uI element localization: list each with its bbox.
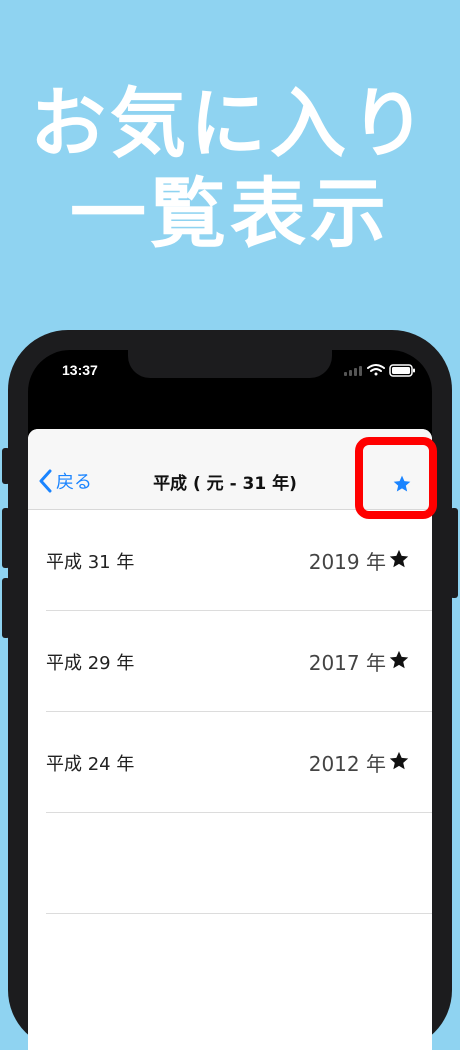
promo-headline-line1: お気に入り [30,79,430,168]
modal-sheet: 戻る 平成 ( 元 - 31 年) 平成 31 年 2019 年 平成 29 年 [28,429,432,1050]
list-item-label: 平成 29 年 [46,653,135,674]
list-item-year: 2017 年 [308,651,386,675]
star-filled-icon[interactable] [388,649,410,671]
star-filled-icon[interactable] [388,548,410,570]
list-item[interactable]: 平成 24 年 2012 年 [46,712,432,813]
status-icons [340,362,420,377]
list-item-year: 2012 年 [308,752,386,776]
signal-icon [344,366,362,376]
wifi-icon [367,364,385,376]
chevron-left-icon [39,469,52,493]
star-filled-icon[interactable] [388,750,410,772]
list-item-year: 2019 年 [308,550,386,574]
list-item[interactable]: 平成 29 年 2017 年 [46,611,432,712]
list-item-label: 平成 31 年 [46,552,135,573]
page-title: 平成 ( 元 - 31 年) [153,474,297,494]
back-button[interactable]: 戻る [38,467,92,495]
highlight-box [355,437,437,519]
phone-notch [128,350,332,378]
year-list: 平成 31 年 2019 年 平成 29 年 2017 年 平成 24 年 20… [28,510,432,914]
battery-icon [389,364,415,377]
empty-list-row [46,813,432,914]
status-time: 13:37 [62,362,98,378]
list-item[interactable]: 平成 31 年 2019 年 [46,510,432,611]
list-item-label: 平成 24 年 [46,754,135,775]
promo-headline-line2: 一覧表示 [70,169,390,258]
back-button-label: 戻る [56,472,92,493]
